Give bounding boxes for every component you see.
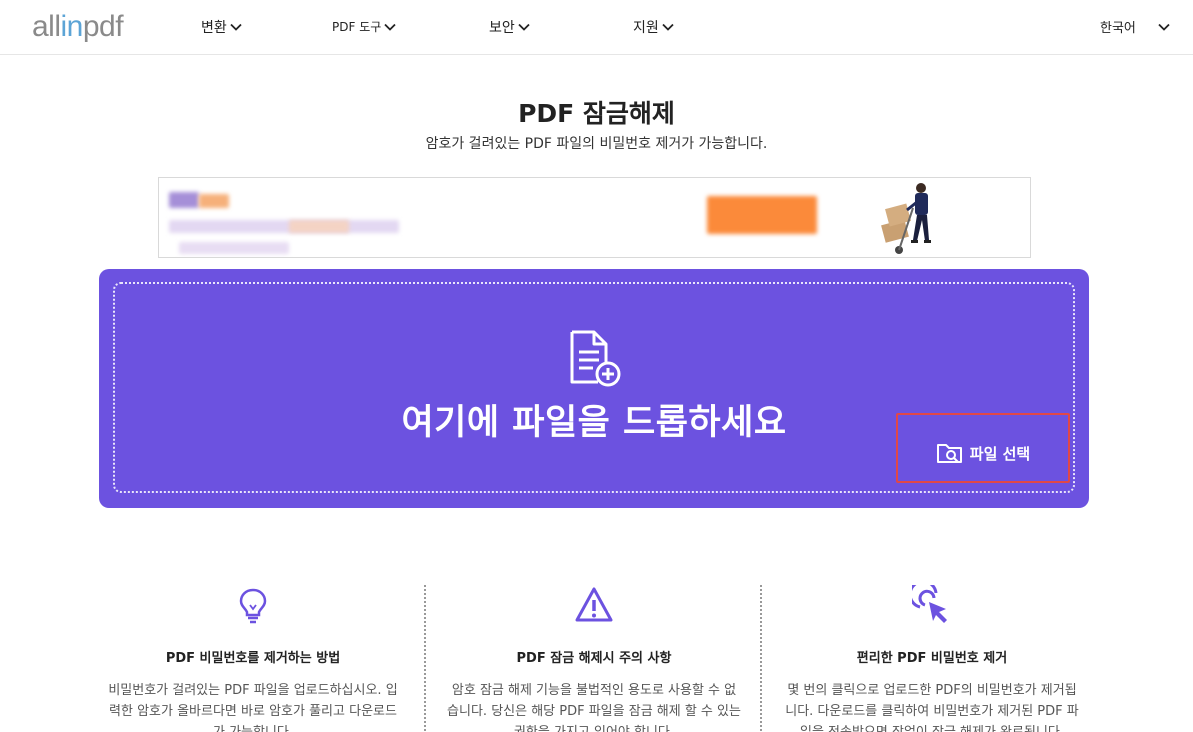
feature-title: PDF 비밀번호를 제거하는 방법	[165, 651, 341, 666]
nav-support[interactable]: 지원	[633, 17, 675, 37]
nav-convert-label: 변환	[201, 20, 227, 36]
lightbulb-icon	[239, 588, 267, 624]
ad-blur-block	[169, 192, 199, 208]
ad-blur-block	[199, 194, 229, 208]
feature-text: 비밀번호가 걸려있는 PDF 파일을 업로드하십시오. 입력한 암호가 올바르다…	[108, 683, 398, 732]
ad-blur-block	[169, 220, 399, 233]
feature-title: PDF 잠금 해제시 주의 사항	[516, 651, 672, 666]
nav-convert[interactable]: 변환	[201, 17, 243, 37]
allinpdf-logo[interactable]: allinpdf	[32, 10, 124, 44]
nav-pdf-tools-label: PDF 도구	[332, 20, 382, 34]
ad-blur-block	[179, 242, 289, 254]
logo-text-pdf: pdf	[82, 10, 124, 43]
feature-text: 몇 번의 클릭으로 업로드한 PDF의 비밀번호가 제거됩니다. 다운로드를 클…	[785, 683, 1079, 732]
add-document-icon	[570, 330, 621, 387]
nav-support-label: 지원	[633, 20, 659, 36]
chevron-down-icon	[518, 23, 530, 31]
feature-how-to: PDF 비밀번호를 제거하는 방법 비밀번호가 걸려있는 PDF 파일을 업로드…	[98, 585, 408, 732]
feature-convenient: 편리한 PDF 비밀번호 제거 몇 번의 클릭으로 업로드한 PDF의 비밀번호…	[777, 585, 1087, 732]
feature-caution: PDF 잠금 해제시 주의 사항 암호 잠금 해제 기능을 불법적인 용도로 사…	[439, 585, 749, 732]
ad-banner[interactable]	[158, 177, 1031, 258]
select-file-label: 파일 선택	[969, 444, 1031, 463]
language-selector[interactable]: 한국어	[1100, 17, 1136, 36]
page-subtitle: 암호가 걸려있는 PDF 파일의 비밀번호 제거가 가능합니다.	[425, 136, 768, 152]
logo-text-in: in	[60, 10, 84, 43]
chevron-down-icon	[662, 23, 674, 31]
select-file-button[interactable]: 파일 선택	[896, 413, 1070, 483]
folder-search-icon	[936, 444, 962, 463]
chevron-down-icon[interactable]	[1157, 20, 1171, 34]
feature-text: 암호 잠금 해제 기능을 불법적인 용도로 사용할 수 없습니다. 당신은 해당…	[447, 683, 741, 732]
delivery-man-illustration	[881, 183, 931, 254]
nav-security[interactable]: 보안	[489, 17, 531, 37]
page-title: PDF 잠금해제	[518, 99, 675, 128]
chevron-down-icon	[384, 23, 396, 31]
feature-divider	[760, 585, 762, 732]
feature-title: 편리한 PDF 비밀번호 제거	[856, 651, 1008, 666]
nav-pdf-tools[interactable]: PDF 도구	[332, 18, 397, 35]
warning-icon	[575, 587, 613, 622]
feature-divider	[424, 585, 426, 732]
logo-text-all: all	[32, 10, 61, 43]
ad-blur-block	[289, 220, 349, 233]
click-icon	[912, 585, 947, 623]
top-header: allinpdf 변환 PDF 도구 보안 지원 한국어	[0, 0, 1193, 55]
nav-security-label: 보안	[489, 20, 515, 36]
ad-cta-blur	[707, 196, 817, 234]
chevron-down-icon	[230, 23, 242, 31]
